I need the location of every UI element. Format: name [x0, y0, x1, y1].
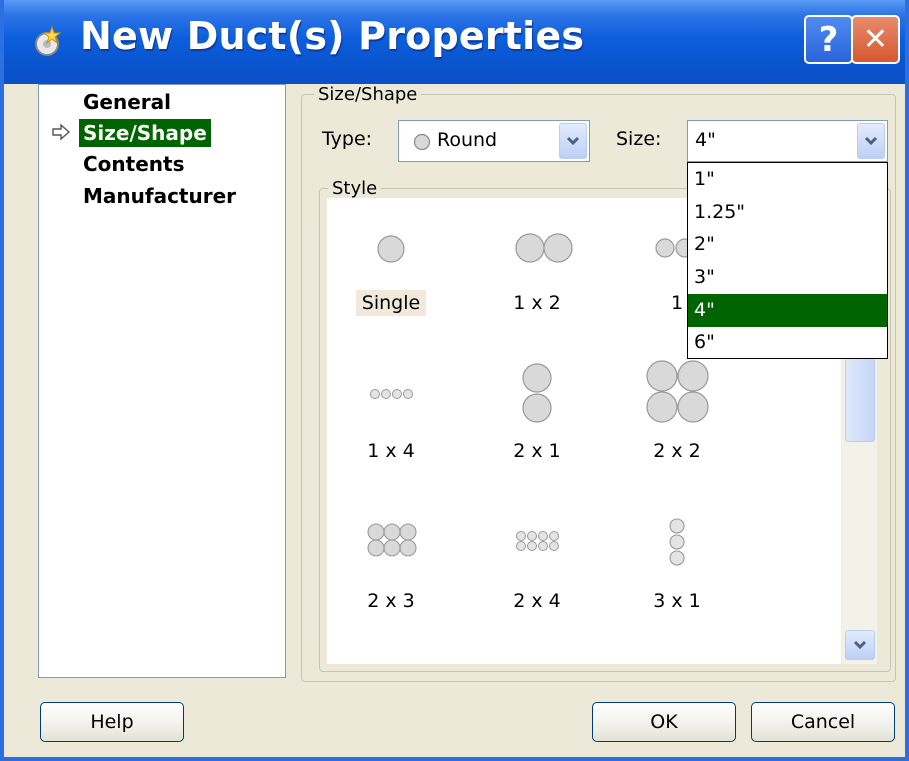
- type-dropdown-button[interactable]: [559, 123, 587, 159]
- style-option-2x4[interactable]: 2 x 4: [477, 498, 597, 648]
- category-nav: General Size/Shape Contents Manufacturer: [38, 84, 286, 678]
- size-option[interactable]: 6": [688, 326, 887, 359]
- style-option-2x1[interactable]: 2 x 1: [477, 348, 597, 498]
- round-shape-icon: [413, 133, 431, 151]
- scroll-thumb[interactable]: [845, 346, 875, 442]
- chevron-down-icon: [853, 640, 867, 650]
- size-dropdown-button[interactable]: [857, 123, 885, 159]
- style-label-single: Single: [355, 290, 427, 316]
- dialog-window: New Duct(s) Properties ? ✕ General Size/…: [0, 0, 909, 761]
- title-bar[interactable]: New Duct(s) Properties ? ✕: [4, 0, 905, 84]
- close-icon: ✕: [862, 22, 889, 57]
- style-label-1x2: 1 x 2: [513, 292, 561, 314]
- style-label-2x4: 2 x 4: [513, 590, 561, 612]
- duct-1x2-icon: [515, 233, 573, 263]
- style-label-1x4: 1 x 4: [367, 440, 415, 462]
- type-value: Round: [437, 129, 498, 151]
- type-label: Type:: [322, 128, 373, 150]
- nav-item-contents[interactable]: Contents: [79, 150, 188, 178]
- size-shape-group-label: Size/Shape: [314, 84, 422, 105]
- help-icon: ?: [818, 19, 839, 60]
- style-option-single[interactable]: Single: [331, 198, 451, 348]
- nav-item-size-shape[interactable]: Size/Shape: [79, 119, 211, 147]
- cancel-button[interactable]: Cancel: [751, 702, 895, 742]
- style-option-2x2[interactable]: 2 x 2: [617, 348, 737, 498]
- style-label-3x1: 3 x 1: [653, 590, 701, 612]
- style-option-3x1[interactable]: 3 x 1: [617, 498, 737, 648]
- style-label-2x1: 2 x 1: [513, 440, 561, 462]
- style-group-label: Style: [328, 178, 382, 199]
- size-option[interactable]: 3": [688, 261, 887, 294]
- chevron-down-icon: [566, 136, 580, 146]
- size-dropdown[interactable]: 4": [687, 120, 888, 162]
- size-option[interactable]: 1.25": [688, 196, 887, 229]
- duct-3x1-icon: [669, 518, 685, 566]
- size-label: Size:: [616, 128, 662, 150]
- scroll-down-button[interactable]: [845, 630, 875, 660]
- close-button[interactable]: ✕: [851, 15, 900, 64]
- duct-2x3-icon: [367, 523, 417, 557]
- nav-item-manufacturer[interactable]: Manufacturer: [79, 182, 240, 210]
- nav-item-general[interactable]: General: [79, 88, 175, 116]
- selected-arrow-icon: [52, 123, 71, 141]
- window-title: New Duct(s) Properties: [80, 14, 585, 58]
- duct-2x1-icon: [522, 363, 552, 423]
- size-option[interactable]: 2": [688, 228, 887, 261]
- duct-1x4-icon: [370, 389, 413, 399]
- help-title-button[interactable]: ?: [804, 15, 853, 64]
- chevron-down-icon: [864, 136, 878, 146]
- duct-2x4-icon: [516, 531, 559, 551]
- style-option-2x3[interactable]: 2 x 3: [331, 498, 451, 648]
- size-option[interactable]: 1": [688, 163, 887, 196]
- size-dropdown-list: 1" 1.25" 2" 3" 4" 6": [687, 162, 888, 359]
- style-option-1x4[interactable]: 1 x 4: [331, 348, 451, 498]
- style-label-2x2: 2 x 2: [653, 440, 701, 462]
- size-option-selected[interactable]: 4": [688, 294, 887, 327]
- ok-button[interactable]: OK: [592, 702, 736, 742]
- help-button[interactable]: Help: [40, 702, 184, 742]
- single-duct-icon: [377, 235, 405, 263]
- type-dropdown[interactable]: Round: [398, 120, 590, 162]
- app-icon: [35, 25, 62, 56]
- size-value: 4": [695, 129, 716, 151]
- duct-2x2-icon: [646, 360, 709, 423]
- style-option-1x2[interactable]: 1 x 2: [477, 198, 597, 348]
- style-label-2x3: 2 x 3: [367, 590, 415, 612]
